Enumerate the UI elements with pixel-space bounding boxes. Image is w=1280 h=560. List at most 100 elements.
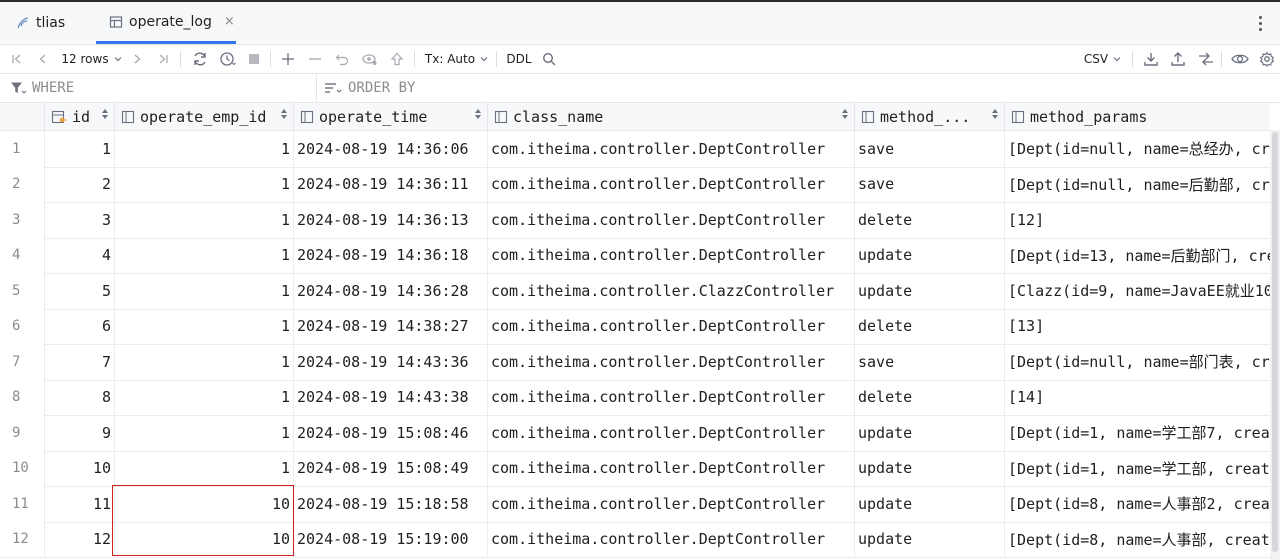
table-row[interactable]: 2 2 1 2024-08-19 14:36:11 com.itheima.contro… xyxy=(0,166,1270,203)
cell-operate-time[interactable]: 2024-08-19 15:18:58 xyxy=(294,486,488,522)
cell-method-params[interactable]: [Dept(id=8, name=人事部, create xyxy=(1005,522,1270,558)
cell-method-name[interactable]: update xyxy=(855,486,1005,522)
cell-id[interactable]: 2 xyxy=(45,166,115,202)
cell-class-name[interactable]: com.itheima.controller.DeptController xyxy=(488,166,855,202)
cell-method-params[interactable]: [12] xyxy=(1005,202,1270,238)
cell-method-params[interactable]: [Dept(id=8, name=人事部2, creat xyxy=(1005,486,1270,522)
cell-id[interactable]: 6 xyxy=(45,308,115,344)
cell-method-name[interactable]: save xyxy=(855,344,1005,380)
column-header-method-name[interactable]: method_... xyxy=(855,103,1005,130)
cell-id[interactable]: 7 xyxy=(45,344,115,380)
sort-icon[interactable] xyxy=(992,109,998,119)
rows-count-dropdown[interactable]: 12 rows xyxy=(60,45,124,73)
cell-operate-emp-id[interactable]: 1 xyxy=(115,166,294,202)
cell-operate-time[interactable]: 2024-08-19 14:36:11 xyxy=(294,166,488,202)
cell-method-params[interactable]: [Dept(id=null, name=部门表, cre xyxy=(1005,344,1270,380)
ddl-button[interactable]: DDL xyxy=(504,45,534,73)
cell-operate-time[interactable]: 2024-08-19 14:38:27 xyxy=(294,308,488,344)
table-row[interactable]: 11 11 10 2024-08-19 15:18:58 com.itheima.con… xyxy=(0,486,1270,523)
last-page-icon[interactable] xyxy=(154,45,172,73)
tab-tlias[interactable]: tlias xyxy=(16,2,65,44)
history-icon[interactable] xyxy=(217,45,239,73)
cell-method-params[interactable]: [Dept(id=null, name=总经办, cre xyxy=(1005,131,1270,167)
cell-class-name[interactable]: com.itheima.controller.DeptController xyxy=(488,450,855,486)
cell-class-name[interactable]: com.itheima.controller.DeptController xyxy=(488,379,855,415)
table-row[interactable]: 6 6 1 2024-08-19 14:38:27 com.itheima.contro… xyxy=(0,308,1270,345)
cell-id[interactable]: 3 xyxy=(45,202,115,238)
cell-method-name[interactable]: update xyxy=(855,450,1005,486)
view-icon[interactable] xyxy=(1229,45,1251,73)
vertical-scrollbar-thumb[interactable] xyxy=(1272,132,1278,552)
cell-operate-time[interactable]: 2024-08-19 14:36:06 xyxy=(294,131,488,167)
cell-method-params[interactable]: [Dept(id=1, name=学工部, create xyxy=(1005,451,1270,487)
cell-operate-emp-id[interactable]: 1 xyxy=(115,237,294,273)
cell-method-name[interactable]: update xyxy=(855,521,1005,557)
cell-class-name[interactable]: com.itheima.controller.DeptController xyxy=(488,237,855,273)
upload-icon[interactable] xyxy=(1168,45,1188,73)
table-row[interactable]: 1 1 1 2024-08-19 14:36:06 com.itheima.contro… xyxy=(0,131,1270,168)
cell-method-params[interactable]: [14] xyxy=(1005,380,1270,416)
column-header-operate-emp-id[interactable]: operate_emp_id xyxy=(115,103,294,130)
cell-id[interactable]: 9 xyxy=(45,415,115,451)
cell-operate-emp-id[interactable]: 10 xyxy=(115,521,294,557)
cell-id[interactable]: 4 xyxy=(45,237,115,273)
cell-operate-emp-id[interactable]: 10 xyxy=(115,486,294,522)
cell-id[interactable]: 12 xyxy=(45,521,115,557)
cell-operate-emp-id[interactable]: 1 xyxy=(115,273,294,309)
cell-class-name[interactable]: com.itheima.controller.DeptController xyxy=(488,131,855,167)
add-row-icon[interactable] xyxy=(279,45,297,73)
transaction-mode-dropdown[interactable]: Tx: Auto xyxy=(424,45,490,73)
cell-method-name[interactable]: update xyxy=(855,237,1005,273)
cell-method-params[interactable]: [Dept(id=13, name=后勤部门, cre xyxy=(1005,238,1270,274)
revert-icon[interactable] xyxy=(333,45,351,73)
table-row[interactable]: 12 12 10 2024-08-19 15:19:00 com.itheima.con… xyxy=(0,521,1270,558)
column-header-class-name[interactable]: class_name xyxy=(488,103,855,130)
cell-operate-emp-id[interactable]: 1 xyxy=(115,415,294,451)
cell-operate-emp-id[interactable]: 1 xyxy=(115,379,294,415)
cell-id[interactable]: 5 xyxy=(45,273,115,309)
cell-operate-time[interactable]: 2024-08-19 14:43:38 xyxy=(294,379,488,415)
cell-method-name[interactable]: delete xyxy=(855,379,1005,415)
cell-class-name[interactable]: com.itheima.controller.ClazzController xyxy=(488,273,855,309)
cell-method-name[interactable]: update xyxy=(855,273,1005,309)
cell-operate-time[interactable]: 2024-08-19 14:36:13 xyxy=(294,202,488,238)
view-query-icon[interactable] xyxy=(360,45,380,73)
table-row[interactable]: 10 10 1 2024-08-19 15:08:49 com.itheima.cont… xyxy=(0,450,1270,487)
cell-operate-emp-id[interactable]: 1 xyxy=(115,344,294,380)
first-page-icon[interactable] xyxy=(8,45,26,73)
cell-class-name[interactable]: com.itheima.controller.DeptController xyxy=(488,415,855,451)
cell-id[interactable]: 8 xyxy=(45,379,115,415)
cell-class-name[interactable]: com.itheima.controller.DeptController xyxy=(488,521,855,557)
close-icon[interactable]: × xyxy=(224,14,235,29)
stop-icon[interactable] xyxy=(245,45,263,73)
where-filter-input[interactable]: WHERE xyxy=(10,74,310,102)
cell-operate-time[interactable]: 2024-08-19 14:43:36 xyxy=(294,344,488,380)
previous-page-icon[interactable] xyxy=(34,45,52,73)
sort-icon[interactable] xyxy=(281,109,287,119)
cell-operate-emp-id[interactable]: 1 xyxy=(115,308,294,344)
cell-operate-time[interactable]: 2024-08-19 15:08:46 xyxy=(294,415,488,451)
sort-icon[interactable] xyxy=(475,109,481,119)
cell-id[interactable]: 1 xyxy=(45,131,115,167)
submit-icon[interactable] xyxy=(388,45,406,73)
cell-class-name[interactable]: com.itheima.controller.DeptController xyxy=(488,308,855,344)
cell-operate-time[interactable]: 2024-08-19 14:36:18 xyxy=(294,237,488,273)
column-header-operate-time[interactable]: operate_time xyxy=(294,103,488,130)
cell-class-name[interactable]: com.itheima.controller.DeptController xyxy=(488,486,855,522)
sort-icon[interactable] xyxy=(102,109,108,119)
compare-icon[interactable] xyxy=(1195,45,1217,73)
cell-operate-time[interactable]: 2024-08-19 15:08:49 xyxy=(294,450,488,486)
cell-method-params[interactable]: [Dept(id=null, name=后勤部, cre xyxy=(1005,167,1270,203)
table-row[interactable]: 4 4 1 2024-08-19 14:36:18 com.itheima.contro… xyxy=(0,237,1270,274)
refresh-icon[interactable] xyxy=(190,45,210,73)
download-icon[interactable] xyxy=(1141,45,1161,73)
sort-icon[interactable] xyxy=(842,109,848,119)
cell-operate-emp-id[interactable]: 1 xyxy=(115,202,294,238)
cell-method-name[interactable]: save xyxy=(855,166,1005,202)
cell-operate-time[interactable]: 2024-08-19 15:19:00 xyxy=(294,521,488,557)
cell-method-params[interactable]: [13] xyxy=(1005,309,1270,345)
cell-id[interactable]: 11 xyxy=(45,486,115,522)
cell-method-params[interactable]: [Clazz(id=9, name=JavaEE就业10 xyxy=(1005,273,1270,309)
cell-method-name[interactable]: delete xyxy=(855,308,1005,344)
cell-method-params[interactable]: [Dept(id=1, name=学工部7, creat xyxy=(1005,415,1270,451)
